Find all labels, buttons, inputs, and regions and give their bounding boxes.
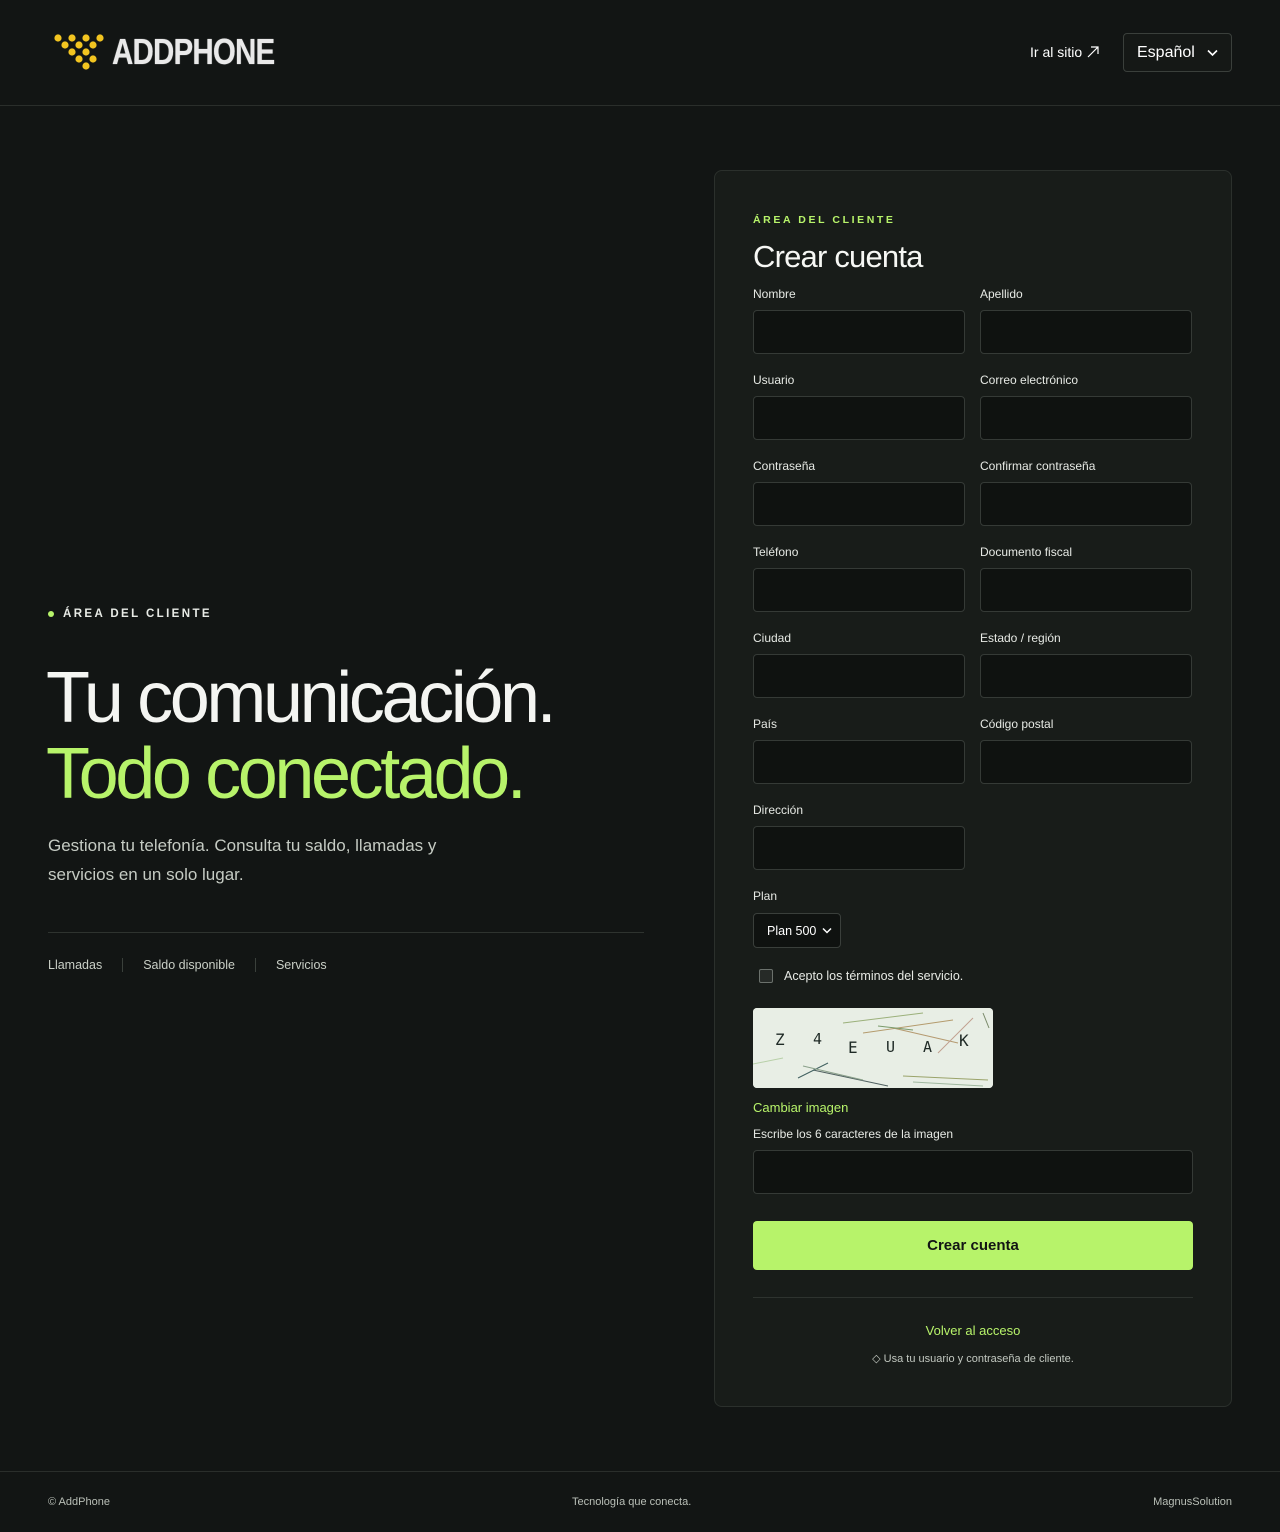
country-input[interactable]: [753, 740, 965, 784]
login-hint: ◇ Usa tu usuario y contraseña de cliente…: [872, 1353, 1074, 1365]
city-label: Ciudad: [753, 631, 792, 645]
password-input[interactable]: [753, 482, 965, 526]
hero-features: Llamadas Saldo disponible Servicios: [48, 958, 327, 972]
divider: [48, 932, 644, 933]
captcha-char-5: A: [923, 1038, 932, 1056]
feature-services: Servicios: [275, 958, 327, 972]
captcha-char-1: Z: [775, 1030, 785, 1049]
tax-id-label: Documento fiscal: [980, 545, 1073, 559]
logo-dots-icon: [54, 34, 104, 70]
terms-label[interactable]: Acepto los términos del servicio.: [784, 969, 963, 983]
captcha-char-3: E: [848, 1038, 858, 1057]
feature-balance: Saldo disponible: [143, 958, 235, 972]
hero-title: Tu comunicación. Todo conectado.: [46, 658, 557, 814]
register-card: ÁREA DEL CLIENTE Crear cuenta Nombre Ape…: [714, 170, 1232, 1407]
postal-code-input[interactable]: [980, 740, 1192, 784]
captcha-label: Escribe los 6 caracteres de la imagen: [753, 1127, 954, 1141]
plan-label: Plan: [753, 889, 778, 903]
captcha-noise: Z 4 E U A K: [753, 1008, 993, 1088]
first-name-label: Nombre: [753, 287, 796, 301]
captcha-char-4: U: [886, 1038, 895, 1056]
password-label: Contraseña: [753, 459, 816, 473]
address-label: Dirección: [753, 803, 804, 817]
country-label: País: [753, 717, 778, 731]
change-image-link[interactable]: Cambiar imagen: [753, 1100, 848, 1115]
confirm-password-input[interactable]: [980, 482, 1192, 526]
chevron-down-icon: [1207, 49, 1218, 56]
top-bar: ADDPHONE Ir al sitio Español: [0, 0, 1280, 106]
hero-eyebrow: ÁREA DEL CLIENTE: [48, 608, 212, 620]
phone-input[interactable]: [753, 568, 965, 612]
terms-checkbox[interactable]: [759, 969, 773, 983]
create-account-button[interactable]: Crear cuenta: [753, 1221, 1193, 1270]
divider: [122, 958, 124, 972]
hero-title-line1: Tu comunicación.: [46, 658, 557, 738]
tax-id-input[interactable]: [980, 568, 1192, 612]
footer-copyright: © AddPhone: [48, 1496, 110, 1508]
accent-dot-icon: [48, 611, 54, 617]
footer-tagline: Tecnología que conecta.: [572, 1496, 692, 1508]
confirm-password-label: Confirmar contraseña: [980, 459, 1096, 473]
state-input[interactable]: [980, 654, 1192, 698]
go-to-site-label: Ir al sitio: [1030, 44, 1083, 60]
email-label: Correo electrónico: [980, 373, 1079, 387]
captcha-char-2: 4: [813, 1030, 822, 1048]
back-to-login-link[interactable]: Volver al acceso: [715, 1323, 1231, 1338]
first-name-input[interactable]: [753, 310, 965, 354]
plan-value: Plan 500: [767, 923, 817, 938]
plan-select[interactable]: Plan 500: [753, 913, 841, 948]
hero-subtitle: Gestiona tu telefonía. Consulta tu saldo…: [48, 836, 437, 884]
last-name-input[interactable]: [980, 310, 1192, 354]
username-input[interactable]: [753, 396, 965, 440]
hero-eyebrow-text: ÁREA DEL CLIENTE: [63, 608, 212, 620]
card-title: Crear cuenta: [753, 239, 923, 274]
feature-calls: Llamadas: [48, 958, 103, 972]
state-label: Estado / región: [980, 631, 1061, 645]
logo-text: ADDPHONE: [112, 31, 275, 72]
card-eyebrow: ÁREA DEL CLIENTE: [753, 214, 896, 226]
email-input[interactable]: [980, 396, 1192, 440]
divider: [753, 1297, 1193, 1298]
hero-title-line2: Todo conectado.: [46, 734, 527, 814]
addphone-logo[interactable]: ADDPHONE: [52, 30, 310, 74]
go-to-site-link[interactable]: Ir al sitio: [1030, 44, 1100, 60]
footer-credit: MagnusSolution: [1153, 1496, 1232, 1508]
phone-label: Teléfono: [753, 545, 799, 559]
language-value: Español: [1137, 43, 1195, 61]
address-input[interactable]: [753, 826, 965, 870]
chevron-down-icon: [822, 927, 832, 934]
captcha-char-6: K: [959, 1031, 969, 1050]
last-name-label: Apellido: [980, 287, 1023, 301]
footer: © AddPhone Tecnología que conecta. Magnu…: [0, 1471, 1280, 1532]
divider: [254, 958, 256, 972]
language-select[interactable]: Español: [1123, 33, 1232, 72]
captcha-input[interactable]: [753, 1150, 1193, 1194]
captcha-image: Z 4 E U A K: [753, 1008, 993, 1088]
arrow-up-right-icon: [1087, 46, 1099, 58]
username-label: Usuario: [753, 373, 795, 387]
city-input[interactable]: [753, 654, 965, 698]
postal-code-label: Código postal: [980, 717, 1054, 731]
